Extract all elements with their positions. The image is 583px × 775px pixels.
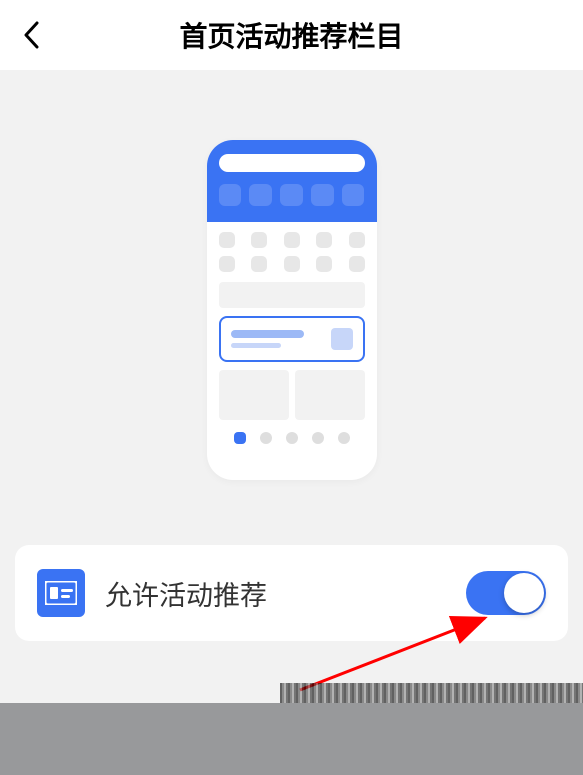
setting-card: 允许活动推荐	[15, 545, 568, 641]
illustration	[0, 70, 583, 545]
back-button[interactable]	[20, 23, 44, 47]
page-title: 首页活动推荐栏目	[0, 15, 583, 55]
setting-label: 允许活动推荐	[105, 574, 446, 613]
bottom-bar	[0, 703, 583, 775]
header: 首页活动推荐栏目	[0, 0, 583, 70]
artifact-bar	[280, 683, 583, 703]
recommendation-icon	[37, 569, 85, 617]
chevron-left-icon	[23, 21, 41, 49]
highlighted-recommendation	[219, 316, 365, 362]
phone-mockup	[207, 140, 377, 480]
allow-recommendation-toggle[interactable]	[466, 571, 546, 615]
